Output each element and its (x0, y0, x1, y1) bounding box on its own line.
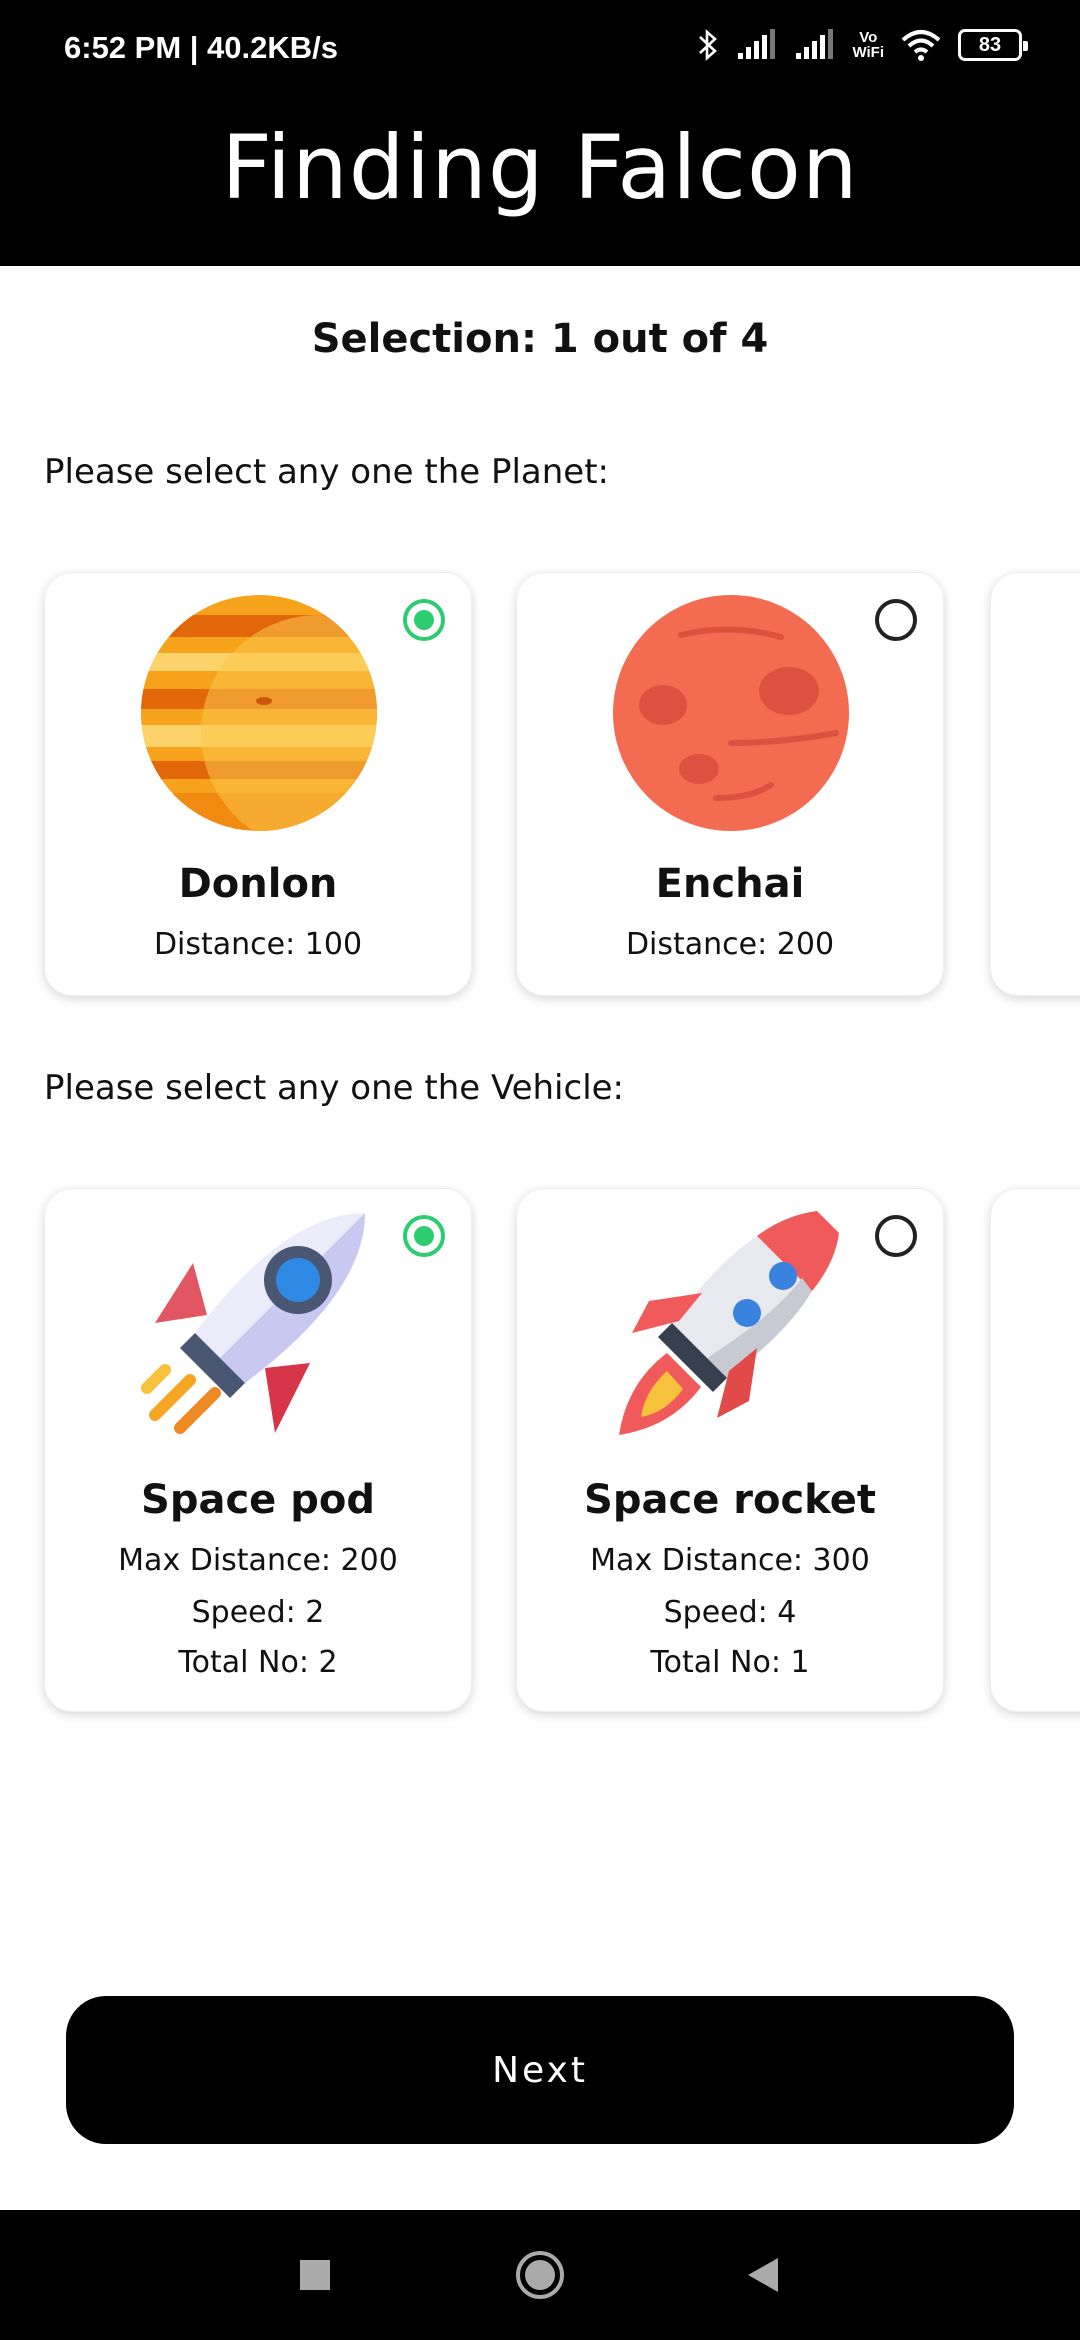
planet-card-donlon[interactable]: Donlon Distance: 100 (44, 572, 472, 996)
app-bar: Finding Falcon (0, 100, 1080, 266)
vehicle-radio-space-pod[interactable] (403, 1215, 445, 1257)
vehicle-max-distance: Max Distance: 200 (118, 1543, 398, 1578)
status-bar: 6:52 PM | 40.2KB/s Vo WiFi 83 (0, 0, 1080, 100)
planet-distance: Distance: 200 (625, 927, 835, 962)
vowifi-top: Vo (859, 29, 878, 46)
next-button[interactable]: Next (66, 1996, 1014, 2144)
wifi-icon (901, 30, 941, 61)
planet-card-partial[interactable] (990, 572, 1080, 996)
planet-radio-donlon[interactable] (403, 599, 445, 641)
vowifi-bottom: WiFi (852, 44, 884, 61)
vehicle-name: Space rocket (584, 1477, 876, 1523)
planet-distance: Distance: 100 (153, 927, 363, 962)
vehicle-section-label: Please select any one the Vehicle: (44, 1068, 625, 1108)
vehicle-name: Space pod (141, 1477, 375, 1523)
vehicle-card-space-pod[interactable]: Space pod Max Distance: 200 Speed: 2 Tot… (44, 1188, 472, 1712)
planet-section-label: Please select any one the Planet: (44, 452, 610, 492)
planet-radio-enchai[interactable] (875, 599, 917, 641)
signal-icon (738, 29, 776, 59)
system-nav-bar (0, 2210, 1080, 2340)
back-triangle-icon (748, 2258, 778, 2292)
signal-icon-2 (796, 29, 834, 59)
battery-level: 83 (978, 33, 1002, 56)
back-button[interactable] (737, 2250, 787, 2300)
vehicle-speed: Speed: 2 (191, 1595, 325, 1630)
home-button[interactable] (515, 2250, 565, 2300)
vehicle-card-space-rocket[interactable]: Space rocket Max Distance: 300 Speed: 4 … (516, 1188, 944, 1712)
space-pod-icon (141, 1213, 365, 1434)
status-icons: Vo WiFi 83 (696, 28, 1028, 62)
recents-button[interactable] (290, 2250, 340, 2300)
planet-name: Enchai (655, 861, 805, 907)
vehicle-max-distance: Max Distance: 300 (590, 1543, 870, 1578)
planet-mars-icon (613, 595, 849, 831)
app-title: Finding Falcon (221, 116, 859, 219)
square-icon (300, 2260, 330, 2290)
selection-progress: Selection: 1 out of 4 (311, 316, 769, 362)
vehicle-carousel[interactable]: Space pod Max Distance: 200 Speed: 2 Tot… (0, 1176, 1080, 1726)
bluetooth-icon (699, 29, 718, 61)
status-time: 6:52 PM | 40.2KB/s (64, 30, 339, 65)
planet-carousel[interactable]: Donlon Distance: 100 Enchai Distance: 20… (0, 560, 1080, 1020)
battery-icon: 83 (958, 29, 1028, 61)
planet-card-enchai[interactable]: Enchai Distance: 200 (516, 572, 944, 996)
vehicle-total: Total No: 2 (178, 1645, 338, 1680)
vowifi-icon: Vo WiFi (852, 30, 884, 60)
planet-name: Donlon (178, 861, 338, 907)
vehicle-speed: Speed: 4 (663, 1595, 797, 1630)
vehicle-card-partial[interactable] (990, 1188, 1080, 1712)
vehicle-radio-space-rocket[interactable] (875, 1215, 917, 1257)
circle-icon (516, 2251, 564, 2299)
vehicle-total: Total No: 1 (650, 1645, 810, 1680)
space-rocket-icon (619, 1211, 839, 1435)
planet-jupiter-icon (141, 595, 377, 831)
